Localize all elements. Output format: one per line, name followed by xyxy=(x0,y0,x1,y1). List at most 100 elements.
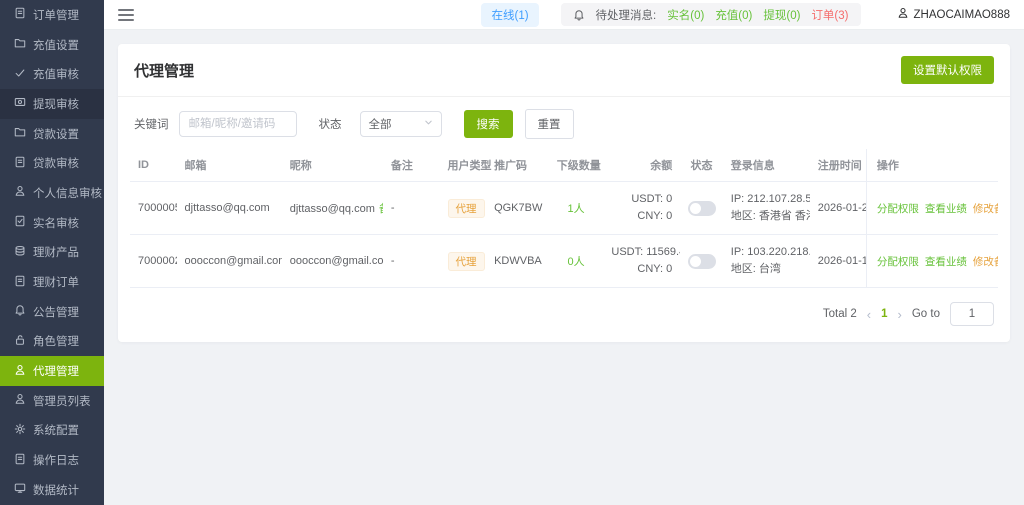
username: ZHAOCAIMAO888 xyxy=(914,9,1011,21)
keyword-label: 关键词 xyxy=(134,116,169,132)
user-menu[interactable]: ZHAOCAIMAO888 xyxy=(897,7,1011,22)
table-row: 7000002 oooccon@gmail.com oooccon@gmail.… xyxy=(130,235,998,288)
document-check-icon xyxy=(14,215,26,230)
sidebar-item-wealth-orders[interactable]: 理财订单 xyxy=(0,267,104,297)
sidebar-item-roles[interactable]: 角色管理 xyxy=(0,327,104,357)
sidebar-item-data-stats[interactable]: 数据统计 xyxy=(0,475,104,505)
unlock-icon xyxy=(14,334,26,349)
cell-logininfo: IP: 212.107.28.57地区: 香港省 香港市 xyxy=(723,182,810,235)
col-header-remark: 备注 xyxy=(383,149,440,182)
cell-promocode: QGK7BW xyxy=(486,182,549,235)
cell-status xyxy=(680,235,722,288)
col-header-balance: 余额 xyxy=(603,149,680,182)
sidebar-item-label: 理财产品 xyxy=(33,244,79,260)
edit-remark-link[interactable]: 修改备注 xyxy=(973,201,998,216)
cell-promocode: KDWVBA xyxy=(486,235,549,288)
status-toggle[interactable] xyxy=(688,254,716,269)
prev-page-icon[interactable]: ‹ xyxy=(867,307,871,322)
col-header-logininfo: 登录信息 xyxy=(723,149,810,182)
sidebar-item-system-config[interactable]: 系统配置 xyxy=(0,416,104,446)
cell-subordinates[interactable]: 1人 xyxy=(549,182,604,235)
status-select[interactable]: 全部 xyxy=(360,111,442,137)
cell-logininfo: IP: 103.220.218.7地区: 台湾 xyxy=(723,235,810,288)
msg-order[interactable]: 订单(3) xyxy=(811,7,848,23)
cell-remark: - xyxy=(383,182,440,235)
col-header-nickname: 昵称 xyxy=(282,149,383,182)
sidebar-item-label: 实名审核 xyxy=(33,215,79,231)
page-title: 代理管理 xyxy=(134,60,194,81)
bell-icon xyxy=(14,304,26,319)
keyword-input[interactable] xyxy=(179,111,297,137)
login-ip: IP: 212.107.28.57 xyxy=(731,191,802,208)
view-performance-link[interactable]: 查看业绩 xyxy=(925,254,967,269)
cell-subordinates[interactable]: 0人 xyxy=(549,235,604,288)
folder-icon xyxy=(14,37,26,52)
document-icon xyxy=(14,275,26,290)
nickname-text: oooccon@gmail.com xyxy=(290,255,383,267)
cell-usertype: 代理 xyxy=(440,182,487,235)
msg-withdraw[interactable]: 提现(0) xyxy=(763,7,800,23)
assign-permission-link[interactable]: 分配权限 xyxy=(877,201,919,216)
sidebar-item-operation-log[interactable]: 操作日志 xyxy=(0,445,104,475)
login-ip: IP: 103.220.218.7 xyxy=(731,244,802,261)
sidebar-item-withdraw-review[interactable]: 提现审核 xyxy=(0,89,104,119)
sidebar-item-agents[interactable]: 代理管理 xyxy=(0,356,104,386)
goto-page-input[interactable] xyxy=(950,302,994,326)
edit-remark-link[interactable]: 修改备注 xyxy=(973,254,998,269)
assign-permission-link[interactable]: 分配权限 xyxy=(877,254,919,269)
cell-usertype: 代理 xyxy=(440,235,487,288)
page-number[interactable]: 1 xyxy=(881,308,887,320)
folder-icon xyxy=(14,126,26,141)
gear-icon xyxy=(14,423,26,438)
col-header-id: ID xyxy=(130,149,177,182)
balance-usdt: USDT: 0 xyxy=(611,191,672,208)
search-button[interactable]: 搜索 xyxy=(464,110,513,138)
sidebar-item-label: 订单管理 xyxy=(33,7,79,23)
goto-label: Go to xyxy=(912,308,940,320)
pagination: Total 2 ‹ 1 › Go to xyxy=(118,288,1010,342)
set-default-permission-button[interactable]: 设置默认权限 xyxy=(901,56,994,84)
sidebar-item-orders[interactable]: 订单管理 xyxy=(0,0,104,30)
sidebar-item-label: 提现审核 xyxy=(33,96,79,112)
status-toggle[interactable] xyxy=(688,201,716,216)
sidebar-item-realname-review[interactable]: 实名审核 xyxy=(0,208,104,238)
sidebar-item-wealth-products[interactable]: 理财产品 xyxy=(0,238,104,268)
monitor-icon xyxy=(14,482,26,497)
user-icon xyxy=(897,7,909,22)
sidebar-item-label: 系统配置 xyxy=(33,422,79,438)
online-badge[interactable]: 在线(1) xyxy=(481,3,538,27)
sidebar-item-label: 数据统计 xyxy=(33,482,79,498)
sidebar-item-admin-list[interactable]: 管理员列表 xyxy=(0,386,104,416)
sidebar-item-recharge-review[interactable]: 充值审核 xyxy=(0,59,104,89)
cell-status xyxy=(680,182,722,235)
sidebar-item-loan-settings[interactable]: 贷款设置 xyxy=(0,119,104,149)
col-header-actions: 操作 xyxy=(866,149,998,182)
sidebar-item-label: 充值审核 xyxy=(33,66,79,82)
agent-management-card: 代理管理 设置默认权限 关键词 状态 全部 搜索 重置 ID xyxy=(118,44,1010,342)
view-performance-link[interactable]: 查看业绩 xyxy=(925,201,967,216)
sidebar-item-announcements[interactable]: 公告管理 xyxy=(0,297,104,327)
nickname-text: djttasso@qq.com xyxy=(290,203,375,215)
cell-email: djttasso@qq.com xyxy=(177,182,282,235)
next-page-icon[interactable]: › xyxy=(898,307,902,322)
msg-recharge[interactable]: 充值(0) xyxy=(715,7,752,23)
pagination-total: Total 2 xyxy=(823,308,857,320)
sidebar-item-personal-info-review[interactable]: 个人信息审核 xyxy=(0,178,104,208)
person-icon xyxy=(14,393,26,408)
sidebar-item-label: 理财订单 xyxy=(33,274,79,290)
sidebar-item-label: 操作日志 xyxy=(33,452,79,468)
login-region: 地区: 香港省 香港市 xyxy=(731,208,802,225)
pending-messages-label: 待处理消息: xyxy=(596,7,657,23)
sidebar-item-label: 个人信息审核 xyxy=(33,185,102,201)
agents-table: ID 邮箱 昵称 备注 用户类型 推广码 下级数量 余额 状态 登录信息 注册时… xyxy=(118,149,1010,288)
msg-realname[interactable]: 实名(0) xyxy=(667,7,704,23)
cell-registertime: 2026-01-20T17 xyxy=(810,182,867,235)
hamburger-menu-icon[interactable] xyxy=(118,9,134,21)
topbar: 在线(1) 待处理消息: 实名(0) 充值(0) 提现(0) 订单(3) ZHA… xyxy=(104,0,1024,30)
reset-button[interactable]: 重置 xyxy=(525,109,574,139)
sidebar-item-loan-review[interactable]: 贷款审核 xyxy=(0,148,104,178)
withdraw-icon xyxy=(14,96,26,111)
cell-email: oooccon@gmail.com xyxy=(177,235,282,288)
filter-bar: 关键词 状态 全部 搜索 重置 xyxy=(118,97,1010,149)
sidebar-item-recharge-settings[interactable]: 充值设置 xyxy=(0,30,104,60)
